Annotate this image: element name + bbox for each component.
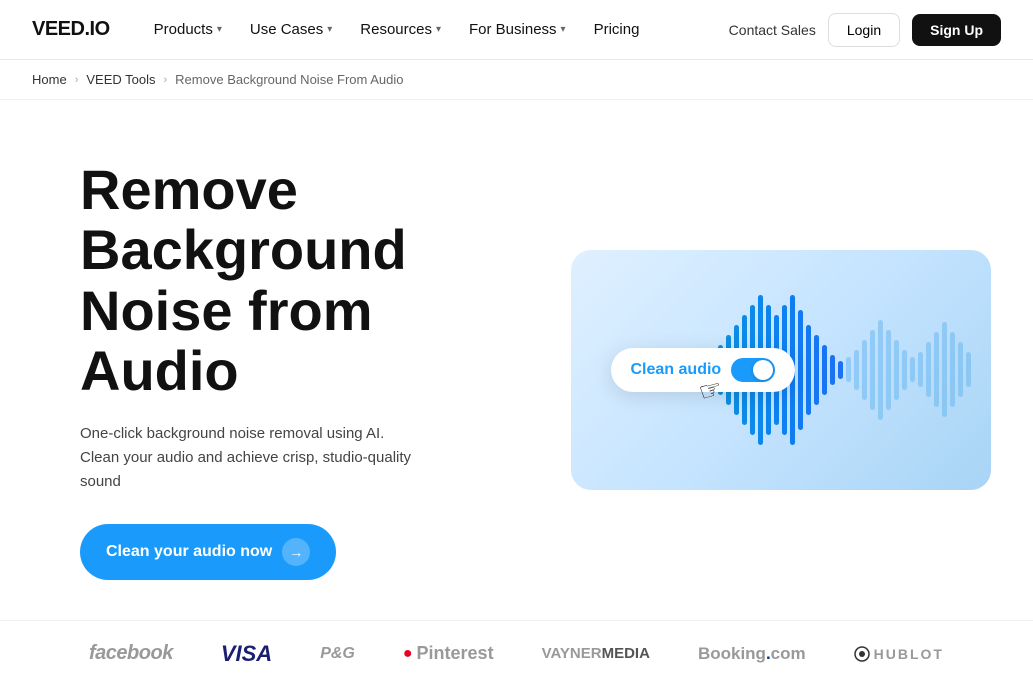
waveform-bar: [934, 332, 939, 407]
facebook-logo: facebook: [89, 642, 173, 665]
waveform-bar: [966, 352, 971, 387]
breadcrumb-tools[interactable]: VEED Tools: [86, 72, 155, 87]
waveform-bar: [814, 335, 819, 405]
waveform-bar: [878, 320, 883, 420]
waveform-bar: [798, 310, 803, 430]
visa-logo: VISA: [221, 641, 272, 667]
waveform-bar: [846, 357, 851, 382]
login-button[interactable]: Login: [828, 13, 900, 47]
nav-item-pricing[interactable]: Pricing: [582, 13, 652, 46]
chevron-down-icon: ▾: [561, 24, 566, 35]
breadcrumb-home[interactable]: Home: [32, 72, 67, 87]
pinterest-icon: ●: [403, 645, 413, 663]
nav-right: Contact Sales Login Sign Up: [729, 13, 1001, 47]
navbar: VEED.IO Products ▾ Use Cases ▾ Resources…: [0, 0, 1033, 60]
arrow-icon: →: [282, 538, 310, 566]
pg-logo: P&G: [320, 645, 355, 663]
breadcrumb-current: Remove Background Noise From Audio: [175, 72, 403, 87]
breadcrumb: Home › VEED Tools › Remove Background No…: [0, 60, 1033, 100]
waveform-bar: [950, 332, 955, 407]
waveform-bar: [894, 340, 899, 400]
contact-sales-link[interactable]: Contact Sales: [729, 22, 816, 38]
waveform-bar: [822, 345, 827, 395]
breadcrumb-separator-2: ›: [164, 74, 168, 86]
waveform-bar: [830, 355, 835, 385]
nav-item-forbusiness[interactable]: For Business ▾: [457, 13, 578, 46]
waveform-bar: [854, 350, 859, 390]
chevron-down-icon: ▾: [217, 24, 222, 35]
signup-button[interactable]: Sign Up: [912, 14, 1001, 46]
hero-left: Remove Background Noise from Audio One-c…: [80, 160, 500, 580]
waveform-bar: [806, 325, 811, 415]
hero-description: One-click background noise removal using…: [80, 422, 420, 494]
hero-title: Remove Background Noise from Audio: [80, 160, 500, 402]
pinterest-logo: ● Pinterest: [403, 643, 494, 664]
vaynermedia-logo: VAYNERMEDIA: [542, 645, 650, 662]
hero-section: Remove Background Noise from Audio One-c…: [0, 100, 1033, 620]
audio-visualization-card: Clean audio ☞: [571, 250, 991, 490]
waveform-bar: [902, 350, 907, 390]
nav-item-usecases[interactable]: Use Cases ▾: [238, 13, 344, 46]
waveform-bar: [926, 342, 931, 397]
cta-button[interactable]: Clean your audio now →: [80, 524, 336, 580]
hero-right: Clean audio ☞: [560, 250, 1001, 490]
toggle-switch[interactable]: [731, 358, 775, 382]
waveform-bar: [910, 357, 915, 382]
breadcrumb-separator: ›: [75, 74, 79, 86]
nav-links: Products ▾ Use Cases ▾ Resources ▾ For B…: [142, 13, 729, 46]
hublot-logo: HUBLOT: [854, 646, 944, 662]
nav-item-products[interactable]: Products ▾: [142, 13, 234, 46]
booking-logo: Booking.com: [698, 644, 806, 664]
trusted-brands: facebook VISA P&G ● Pinterest VAYNERMEDI…: [0, 620, 1033, 697]
chevron-down-icon: ▾: [436, 24, 441, 35]
nav-item-resources[interactable]: Resources ▾: [348, 13, 453, 46]
waveform-bar: [918, 352, 923, 387]
waveform-bar: [886, 330, 891, 410]
waveform-bar: [862, 340, 867, 400]
toggle-knob: [753, 360, 773, 380]
audio-card-inner: Clean audio ☞: [571, 250, 991, 490]
waveform-bar: [838, 361, 843, 379]
waveform-bar: [942, 322, 947, 417]
hublot-icon: [854, 646, 870, 662]
waveform-bar: [870, 330, 875, 410]
waveform-bar: [958, 342, 963, 397]
chevron-down-icon: ▾: [327, 24, 332, 35]
logo[interactable]: VEED.IO: [32, 18, 110, 41]
